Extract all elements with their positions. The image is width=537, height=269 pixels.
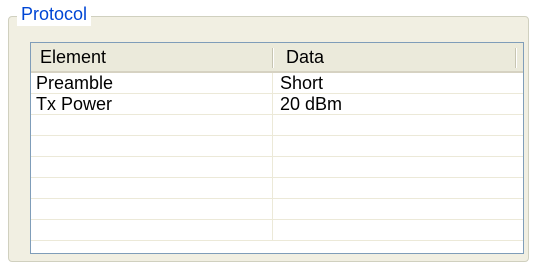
table-header: Element Data (31, 43, 523, 73)
data-cell (273, 178, 523, 198)
table-row[interactable]: Preamble Short (31, 73, 523, 94)
group-title: Protocol (17, 2, 92, 26)
data-cell: 20 dBm (280, 94, 343, 114)
column-resize-handle[interactable] (272, 48, 274, 68)
data-cell: Short (280, 73, 324, 93)
element-cell: Preamble (31, 73, 273, 93)
table-row[interactable] (31, 157, 523, 178)
element-cell (31, 220, 273, 240)
data-cell (273, 220, 523, 240)
table-body: Preamble Short Tx Power 20 dBm (31, 73, 523, 241)
table-row[interactable] (31, 178, 523, 199)
element-cell (31, 157, 273, 177)
column-header-data[interactable]: Data (275, 43, 514, 71)
data-cell (273, 136, 523, 156)
element-cell (31, 178, 273, 198)
table-row[interactable] (31, 199, 523, 220)
table-row[interactable] (31, 115, 523, 136)
element-cell (31, 136, 273, 156)
table-row[interactable] (31, 220, 523, 241)
data-cell (273, 115, 523, 135)
protocol-list-view[interactable]: Element Data Preamble Short Tx Power 20 … (30, 42, 524, 254)
data-cell (273, 157, 523, 177)
element-cell (31, 199, 273, 219)
table-row[interactable]: Tx Power 20 dBm (31, 94, 523, 115)
element-cell: Tx Power (31, 94, 273, 114)
element-cell (31, 115, 273, 135)
column-header-element[interactable]: Element (31, 43, 272, 71)
data-cell (273, 199, 523, 219)
table-row[interactable] (31, 136, 523, 157)
column-resize-handle[interactable] (515, 48, 517, 68)
